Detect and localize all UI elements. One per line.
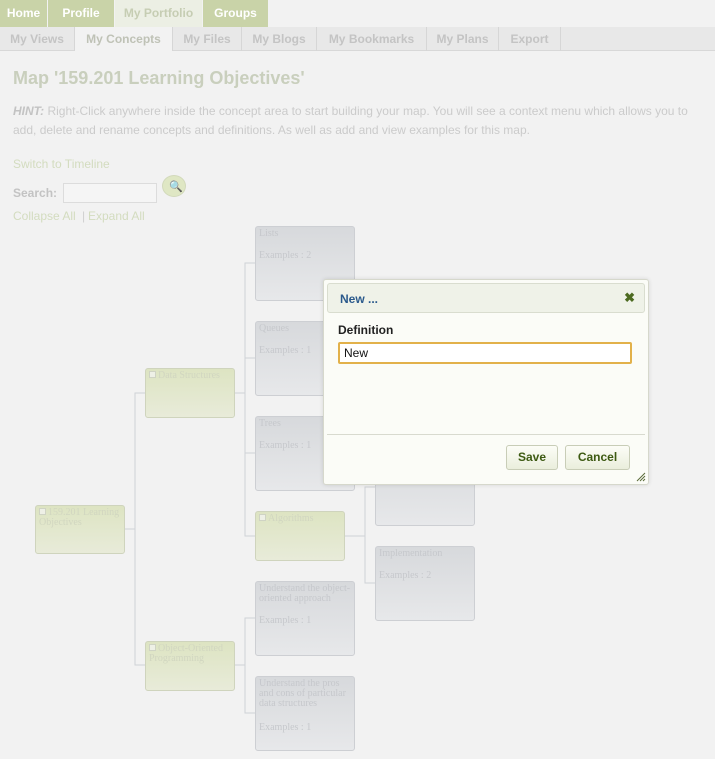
concept-node-root[interactable]: 159.201 Learning Objectives [35, 505, 125, 554]
collapse-toggle-icon[interactable] [259, 514, 266, 521]
definition-node-implementation[interactable]: Implementation Examples : 2 [375, 546, 475, 621]
definition-node-understand-pros[interactable]: Understand the pros and cons of particul… [255, 676, 355, 751]
definition-label: Definition [338, 323, 394, 337]
definition-label: Lists [259, 228, 279, 239]
new-definition-dialog: New ... ✖ Definition Save Cancel [323, 279, 649, 485]
concept-label: 159.201 Learning Objectives [39, 507, 120, 528]
concept-node-oop[interactable]: Object-Oriented Programming [145, 641, 235, 691]
collapse-toggle-icon[interactable] [149, 371, 156, 378]
concept-label: Algorithms [268, 513, 314, 524]
definition-label: Understand the pros and cons of particul… [259, 678, 346, 709]
dialog-divider [327, 434, 645, 435]
definition-label: Implementation [379, 548, 443, 559]
concept-node-algorithms[interactable]: Algorithms [255, 511, 345, 561]
definition-input[interactable] [338, 342, 632, 364]
examples-count: Examples : 2 [379, 570, 432, 581]
definition-label: Understand the object-oriented approach [259, 583, 351, 604]
definition-label: Trees [259, 418, 281, 429]
examples-count: Examples : 2 [259, 250, 312, 261]
dialog-title: New ... [340, 292, 379, 306]
concept-node-data-structures[interactable]: Data Structures [145, 368, 235, 418]
concept-label: Data Structures [158, 370, 220, 381]
dialog-header[interactable]: New ... ✖ [327, 283, 645, 313]
examples-count: Examples : 1 [259, 722, 312, 733]
collapse-toggle-icon[interactable] [149, 644, 156, 651]
save-button[interactable]: Save [506, 445, 558, 470]
definition-label: Queues [259, 323, 289, 334]
concept-label: Object-Oriented Programming [149, 643, 223, 664]
definition-node-understand-oo[interactable]: Understand the object-oriented approach … [255, 581, 355, 656]
close-icon[interactable]: ✖ [624, 290, 635, 306]
collapse-toggle-icon[interactable] [39, 508, 46, 515]
resize-grip-icon[interactable] [636, 472, 646, 482]
cancel-button[interactable]: Cancel [565, 445, 630, 470]
examples-count: Examples : 1 [259, 615, 312, 626]
